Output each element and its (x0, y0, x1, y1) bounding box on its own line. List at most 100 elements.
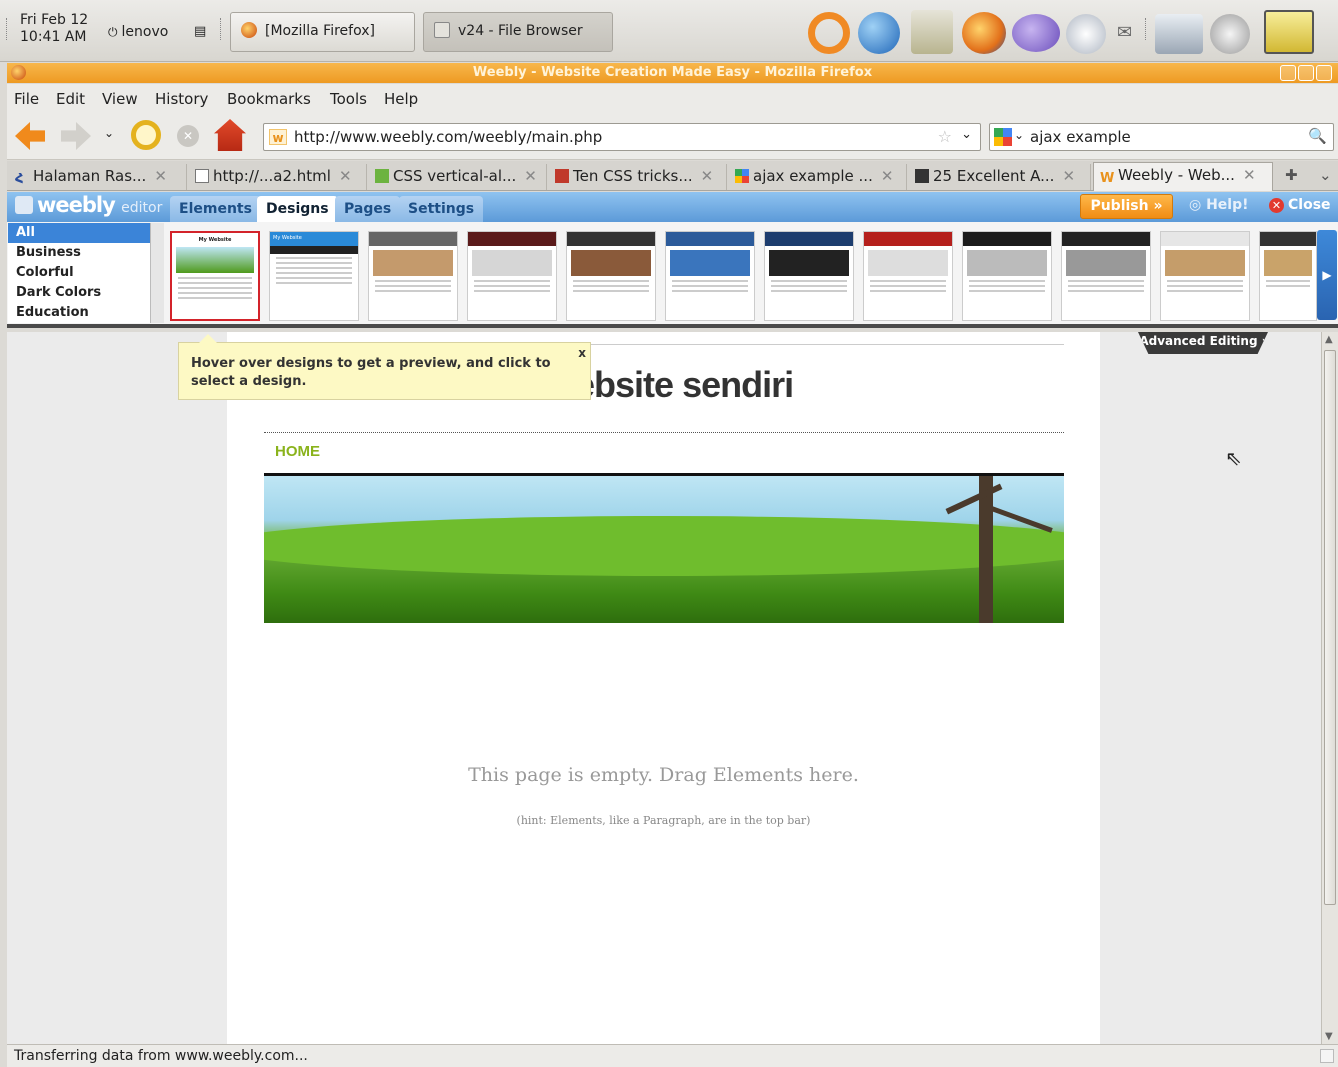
logout-icon[interactable] (1264, 10, 1314, 54)
search-bar[interactable]: ⌄ ajax example 🔍 (989, 123, 1334, 151)
globe-icon[interactable] (858, 12, 900, 54)
minimize-button[interactable] (1280, 65, 1296, 81)
close-window-button[interactable] (1316, 65, 1332, 81)
back-icon[interactable] (15, 122, 45, 150)
close-tab-icon[interactable]: ✕ (154, 167, 167, 185)
clock[interactable]: Fri Feb 12 10:41 AM (20, 12, 88, 46)
design-thumbnail[interactable] (863, 231, 953, 321)
tab-elements[interactable]: Elements (170, 196, 261, 222)
task-firefox[interactable]: [Mozilla Firefox] (230, 12, 415, 52)
clock-time: 10:41 AM (20, 29, 87, 45)
help-button[interactable]: ◎ Help! (1189, 197, 1249, 213)
tab-ajax-example[interactable]: ajax example ... ✕ (729, 164, 907, 190)
resize-grip-icon[interactable] (1320, 1049, 1334, 1063)
next-designs-button[interactable]: ▶ (1317, 230, 1337, 320)
design-thumbnail[interactable] (962, 231, 1052, 321)
close-tab-icon[interactable]: ✕ (524, 167, 537, 185)
design-thumbnail[interactable]: My Website (170, 231, 260, 321)
trash-icon[interactable] (911, 10, 953, 54)
design-thumbnail[interactable] (665, 231, 755, 321)
tab-css-tricks[interactable]: Ten CSS tricks... ✕ (549, 164, 727, 190)
gnome-top-panel: Fri Feb 12 10:41 AM ⏻ lenovo ▤ [Mozilla F… (0, 0, 1338, 62)
tab-label: Weebly - Web... (1118, 166, 1235, 184)
tab-designs[interactable]: Designs (257, 196, 338, 222)
search-icon[interactable]: 🔍 (1308, 127, 1327, 145)
network-icon[interactable] (1155, 14, 1203, 54)
menu-history[interactable]: History (155, 90, 208, 108)
design-category-list[interactable]: All Business Colorful Dark Colors Educat… (8, 223, 164, 323)
design-thumbnail[interactable] (368, 231, 458, 321)
menu-bookmarks[interactable]: Bookmarks (227, 90, 311, 108)
url-dropdown-icon[interactable]: ⌄ (961, 127, 972, 142)
pidgin-icon[interactable] (1012, 14, 1060, 52)
volume-icon[interactable] (1210, 14, 1250, 54)
tooltip-close-button[interactable]: x (578, 344, 586, 362)
tab-settings[interactable]: Settings (399, 196, 484, 222)
google-search-engine-icon[interactable] (994, 128, 1012, 146)
menu-edit[interactable]: Edit (56, 90, 85, 108)
reload-icon[interactable] (131, 120, 161, 150)
close-tab-icon[interactable]: ✕ (1062, 167, 1075, 185)
category-education[interactable]: Education (8, 303, 164, 323)
new-tab-icon[interactable]: ✚ (1285, 166, 1298, 184)
tab-html-file[interactable]: http://...a2.html ✕ (189, 164, 367, 190)
history-dropdown-icon[interactable]: ⌄ (104, 126, 114, 140)
advanced-editing-button[interactable]: Advanced Editing › (1138, 332, 1268, 354)
tab-weebly[interactable]: W Weebly - Web... ✕ (1093, 162, 1273, 191)
clock-applet-icon[interactable] (1066, 14, 1106, 54)
menu-help[interactable]: Help (384, 90, 418, 108)
stop-icon[interactable]: ✕ (177, 125, 199, 147)
status-text: Transferring data from www.weebly.com... (14, 1048, 308, 1064)
menu-view[interactable]: View (102, 90, 138, 108)
close-tab-icon[interactable]: ✕ (881, 167, 894, 185)
category-scrollbar[interactable] (150, 223, 164, 323)
close-tab-icon[interactable]: ✕ (339, 167, 352, 185)
category-all[interactable]: All (8, 223, 164, 243)
design-thumbnail[interactable] (1160, 231, 1250, 321)
tab-css-vertical[interactable]: CSS vertical-al... ✕ (369, 164, 547, 190)
close-tab-icon[interactable]: ✕ (701, 167, 714, 185)
weebly-logo-icon (15, 196, 33, 214)
tab-halaman[interactable]: Հ Halaman Ras... ✕ (9, 164, 187, 190)
design-thumbnail[interactable]: My Website (269, 231, 359, 321)
home-icon[interactable] (214, 119, 246, 151)
scroll-down-icon[interactable]: ▼ (1325, 1031, 1333, 1042)
task-file-browser[interactable]: v24 - File Browser (423, 12, 613, 52)
design-thumbnail[interactable] (467, 231, 557, 321)
ubuntu-icon[interactable] (808, 12, 850, 54)
help-label: Help! (1206, 197, 1249, 213)
tab-pages[interactable]: Pages (335, 196, 401, 222)
design-thumbnail[interactable] (764, 231, 854, 321)
nav-home-link[interactable]: HOME (275, 443, 320, 460)
design-thumbnail[interactable] (1061, 231, 1151, 321)
user-menu[interactable]: ⏻ lenovo (108, 24, 168, 40)
status-bar: Transferring data from www.weebly.com... (7, 1044, 1338, 1067)
scrollbar-thumb[interactable] (1324, 350, 1336, 905)
scroll-up-icon[interactable]: ▲ (1325, 334, 1333, 345)
category-colorful[interactable]: Colorful (8, 263, 164, 283)
designs-panel: All Business Colorful Dark Colors Educat… (7, 222, 1338, 328)
tab-label: Ten CSS tricks... (573, 167, 693, 185)
search-engine-dropdown-icon[interactable]: ⌄ (1014, 128, 1024, 142)
tab-25-excellent[interactable]: 25 Excellent A... ✕ (909, 164, 1091, 190)
menu-tools[interactable]: Tools (330, 90, 367, 108)
publish-button[interactable]: Publish » (1080, 194, 1173, 219)
forward-icon[interactable] (61, 122, 91, 150)
show-desktop-icon[interactable]: ▤ (194, 24, 206, 39)
design-thumbnail[interactable] (566, 231, 656, 321)
firefox-icon (241, 22, 257, 38)
category-dark-colors[interactable]: Dark Colors (8, 283, 164, 303)
url-bar[interactable]: w http://www.weebly.com/weebly/main.php … (263, 123, 981, 151)
design-thumbnail[interactable] (1259, 231, 1317, 321)
bookmark-star-icon[interactable]: ☆ (938, 127, 952, 146)
mail-icon[interactable]: ✉ (1117, 22, 1132, 43)
vertical-scrollbar[interactable]: ▲ ▼ (1321, 332, 1338, 1044)
menu-file[interactable]: File (14, 90, 39, 108)
firefox-launcher-icon[interactable] (962, 12, 1006, 54)
tab-list-dropdown-icon[interactable]: ⌄ (1319, 166, 1332, 184)
maximize-button[interactable] (1298, 65, 1314, 81)
category-business[interactable]: Business (8, 243, 164, 263)
close-editor-button[interactable]: ✕ Close (1269, 197, 1331, 213)
close-tab-icon[interactable]: ✕ (1243, 166, 1256, 184)
task-firefox-label: [Mozilla Firefox] (265, 23, 375, 39)
